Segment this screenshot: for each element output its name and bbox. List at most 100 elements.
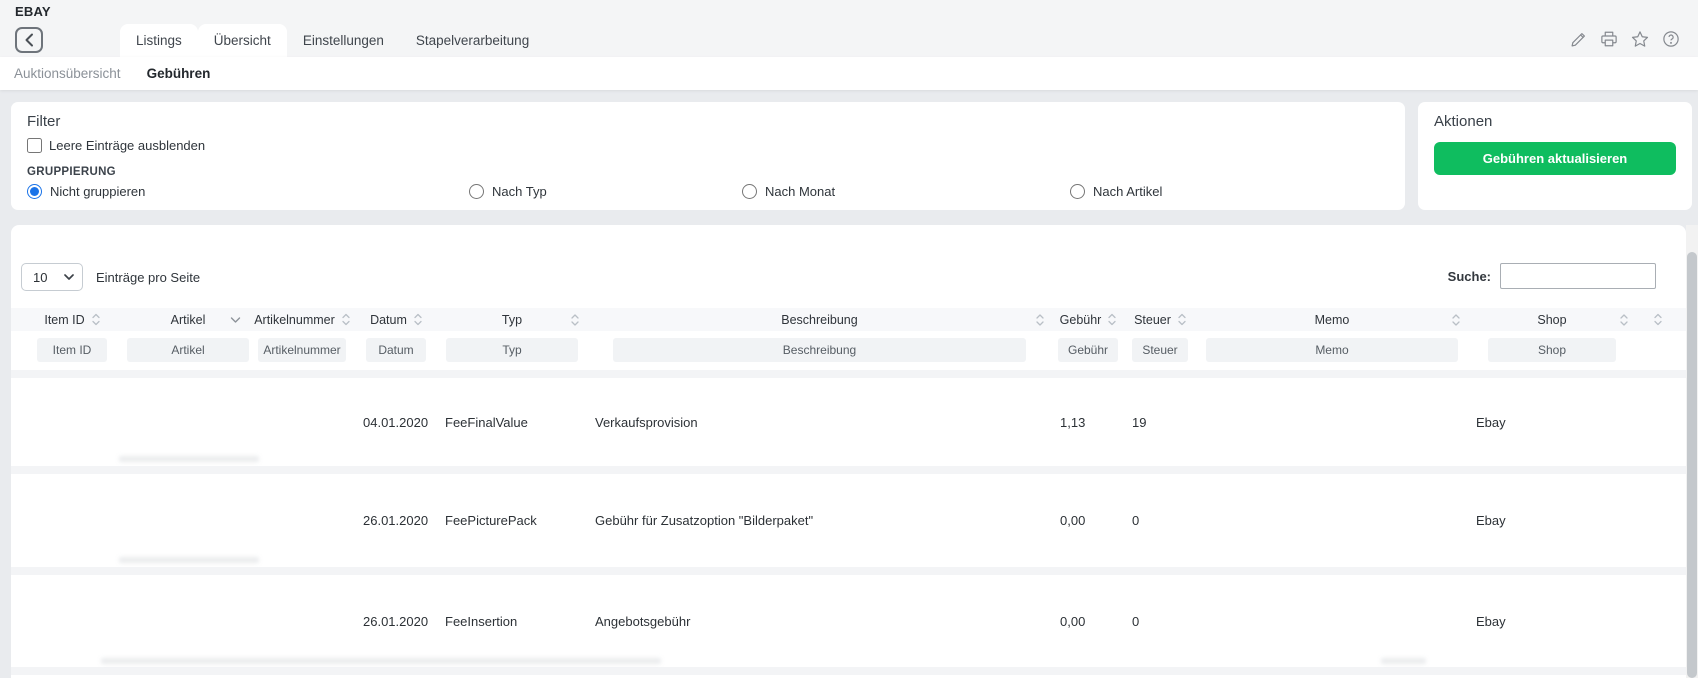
sort-icon [1036,313,1044,326]
column-label: Datum [370,313,407,327]
column-header-artikel[interactable]: Artikel [127,308,249,331]
filter-input-item-id[interactable] [37,338,107,362]
cell-datum: 26.01.2020 [355,513,437,528]
cell-datum: 26.01.2020 [355,614,437,629]
cell-typ: FeeFinalValue [437,415,587,430]
edit-icon[interactable] [1569,30,1587,48]
column-label: Beschreibung [781,313,857,327]
grouping-option-artikel: Nach Artikel [1070,184,1389,199]
column-header-artikelnummer[interactable]: Artikelnummer [249,308,355,331]
column-label: Steuer [1134,313,1171,327]
row-separator [11,370,1686,378]
page-size-value: 10 [33,270,47,285]
row-separator [11,667,1686,675]
cell-datum: 04.01.2020 [355,415,437,430]
tab-listings[interactable]: Listings [120,24,198,57]
filter-input-memo[interactable] [1206,338,1458,362]
column-header-item-id[interactable]: Item ID [17,308,127,331]
sort-icon [92,313,100,326]
column-header-gebuehr[interactable]: Gebühr [1052,308,1124,331]
search-area: Suche: [1448,263,1656,289]
filter-input-shop[interactable] [1488,338,1616,362]
grouping-option-monat: Nach Monat [742,184,1070,199]
print-icon[interactable] [1600,30,1618,48]
table-header-row: Item ID Artikel Artikelnummer Datum Typ … [11,308,1686,331]
column-header-extra[interactable] [1636,308,1680,331]
page-size-select[interactable]: 10 [21,263,83,291]
tab-uebersicht[interactable]: Übersicht [198,24,287,57]
column-label: Artikel [171,313,206,327]
search-label: Suche: [1448,269,1491,284]
radio-nicht-gruppieren[interactable] [27,184,42,199]
star-icon[interactable] [1631,30,1649,48]
table-row[interactable]: 04.01.2020 FeeFinalValue Verkaufsprovisi… [11,378,1686,466]
row-separator [11,567,1686,575]
vertical-scrollbar[interactable] [1687,252,1697,678]
filter-input-typ[interactable] [446,338,578,362]
hide-empty-checkbox[interactable] [27,138,42,153]
subnav-auktionsuebersicht[interactable]: Auktionsübersicht [14,66,121,81]
chevron-left-icon [24,33,34,47]
top-bar: EBAY Listings Übersicht Einstellungen St… [0,0,1698,57]
cell-typ: FeeInsertion [437,614,587,629]
radio-label: Nicht gruppieren [50,184,145,199]
sort-icon [1620,313,1628,326]
sort-icon [1108,313,1116,326]
column-label: Typ [502,313,522,327]
subnav-gebuehren[interactable]: Gebühren [147,66,211,81]
column-label: Memo [1315,313,1350,327]
search-input[interactable] [1500,263,1656,289]
update-fees-button[interactable]: Gebühren aktualisieren [1434,142,1676,175]
table-controls: 10 Einträge pro Seite Suche: [21,263,1680,291]
fees-table-card: 10 Einträge pro Seite Suche: Item ID Art… [11,225,1686,678]
filter-input-artikel[interactable] [127,338,249,362]
filter-input-gebuehr[interactable] [1058,338,1118,362]
table-row[interactable]: 26.01.2020 FeePicturePack Gebühr für Zus… [11,474,1686,567]
filter-title: Filter [27,113,1389,130]
back-button[interactable] [15,27,43,53]
tab-label: Übersicht [214,33,271,48]
row-separator [11,466,1686,474]
filter-input-datum[interactable] [366,338,426,362]
help-icon[interactable] [1662,30,1680,48]
sort-icon [342,313,350,326]
table-row[interactable]: 26.01.2020 FeeInsertion Angebotsgebühr 0… [11,575,1686,667]
page-title: EBAY [15,4,51,19]
tab-stapelverarbeitung[interactable]: Stapelverarbeitung [400,24,545,57]
cell-shop: Ebay [1468,614,1636,629]
cell-beschreibung: Verkaufsprovision [587,415,1052,430]
sort-icon [414,313,422,326]
column-label: Shop [1537,313,1566,327]
cell-gebuehr: 0,00 [1052,614,1124,629]
filter-input-beschreibung[interactable] [613,338,1026,362]
ebay-fees-page: EBAY Listings Übersicht Einstellungen St… [0,0,1698,678]
cell-shop: Ebay [1468,513,1636,528]
column-header-datum[interactable]: Datum [355,308,437,331]
column-header-steuer[interactable]: Steuer [1124,308,1196,331]
main-tabs: Listings Übersicht Einstellungen Stapelv… [120,24,545,57]
cell-beschreibung: Gebühr für Zusatzoption "Bilderpaket" [587,513,1052,528]
sub-nav: Auktionsübersicht Gebühren [0,57,1698,90]
redacted-text-remnant [119,456,259,462]
sort-icon [1178,313,1186,326]
radio-label: Nach Monat [765,184,835,199]
filter-input-artikelnummer[interactable] [258,338,347,362]
cell-beschreibung: Angebotsgebühr [587,614,1052,629]
column-header-memo[interactable]: Memo [1196,308,1468,331]
column-header-shop[interactable]: Shop [1468,308,1636,331]
radio-nach-artikel[interactable] [1070,184,1085,199]
radio-nach-typ[interactable] [469,184,484,199]
redacted-text-remnant [101,658,661,664]
tab-label: Einstellungen [303,33,384,48]
sort-icon [1654,313,1662,326]
actions-panel: Aktionen Gebühren aktualisieren [1418,102,1692,210]
radio-nach-monat[interactable] [742,184,757,199]
column-header-typ[interactable]: Typ [437,308,587,331]
filter-input-steuer[interactable] [1132,338,1188,362]
column-header-beschreibung[interactable]: Beschreibung [587,308,1052,331]
tab-einstellungen[interactable]: Einstellungen [287,24,400,57]
cell-typ: FeePicturePack [437,513,587,528]
redacted-text-remnant [119,557,259,563]
sort-desc-icon [230,316,241,323]
tab-label: Stapelverarbeitung [416,33,529,48]
